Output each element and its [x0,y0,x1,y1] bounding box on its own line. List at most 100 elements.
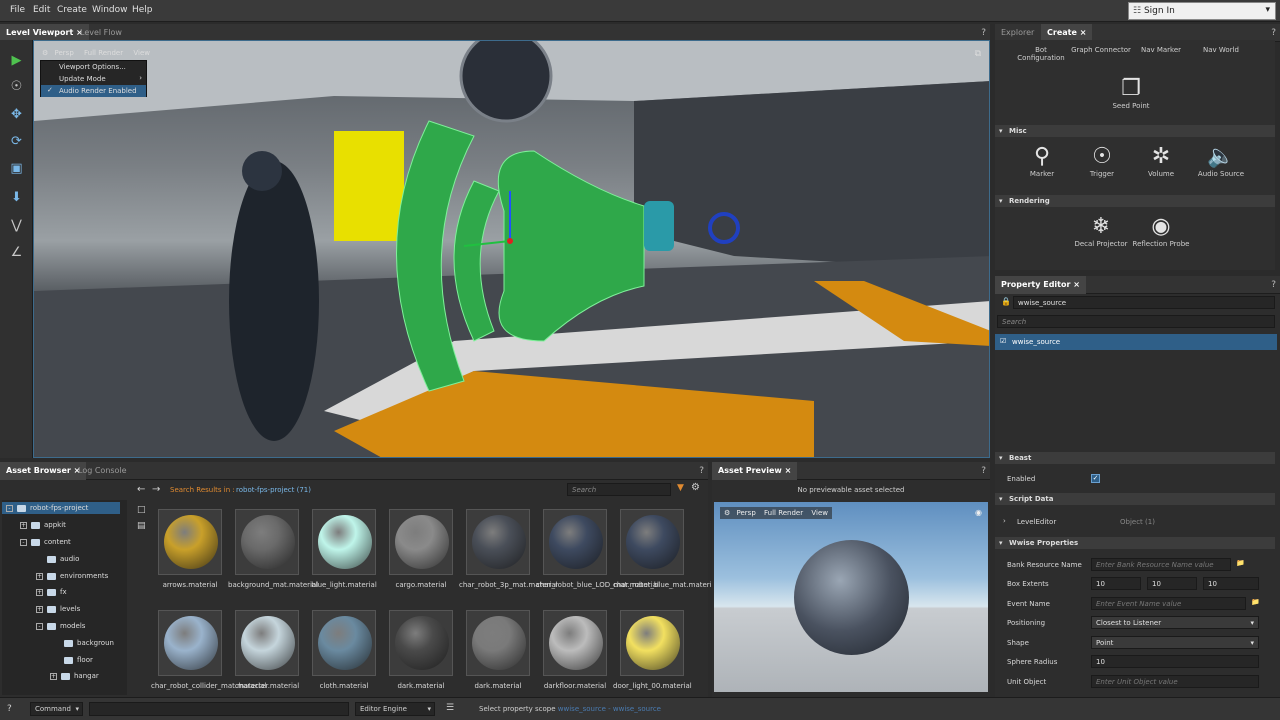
section-misc[interactable]: ▾ Misc [995,125,1275,137]
tree-item-appkit[interactable]: + appkit [20,521,66,529]
help-icon[interactable]: ? [7,704,12,714]
close-icon[interactable]: × [1073,280,1080,289]
asset-thumbnail[interactable] [466,610,530,676]
section-rendering[interactable]: ▾ Rendering [995,195,1275,207]
render-button[interactable]: Full Render [764,509,803,517]
tab-property-editor[interactable]: Property Editor × [995,276,1086,294]
create-volume[interactable]: ✲ Volume [1131,144,1191,178]
asset-thumbnail[interactable] [158,610,222,676]
tree-item-fx[interactable]: + fx [36,588,67,596]
search-scope-link[interactable]: robot-fps-project (71) [236,486,311,494]
command-input[interactable] [89,702,349,716]
help-icon[interactable]: ? [981,466,986,476]
property-search-input[interactable]: Search [997,315,1275,328]
asset-thumbnail[interactable] [312,610,376,676]
event-name-input[interactable]: Enter Event Name value [1091,597,1246,610]
tree-item-models[interactable]: - models [36,622,85,630]
object-name-field[interactable]: wwise_source [1013,296,1275,309]
view-button[interactable]: View [133,49,150,57]
view-button[interactable]: View [811,509,828,517]
engine-select[interactable]: Editor Engine ▾ [355,702,435,716]
enabled-checkbox[interactable]: ✓ [1091,474,1100,483]
folder-view-icon[interactable]: □ [137,505,146,515]
asset-thumbnail[interactable] [620,610,684,676]
command-select[interactable]: Command ▾ [30,702,83,716]
close-icon[interactable]: × [785,466,792,475]
create-decal-projector[interactable]: ❄ Decal Projector [1071,214,1131,248]
close-icon[interactable]: × [1080,28,1087,37]
tab-asset-preview[interactable]: Asset Preview × [712,462,798,480]
gamepad-icon[interactable]: ☉ [8,78,25,95]
menu-item-viewport-options[interactable]: Viewport Options... [41,61,146,73]
maximize-icon[interactable]: ⧉ [975,49,981,59]
menu-window[interactable]: Window [92,5,128,15]
asset-thumbnail[interactable] [235,610,299,676]
angle-icon[interactable]: ∠ [8,244,25,261]
create-seed-point[interactable]: ❐ Seed Point [1101,76,1161,110]
box-extent-z[interactable]: 10 [1203,577,1259,590]
help-icon[interactable]: ? [1271,280,1276,290]
render-button[interactable]: Full Render [84,49,123,57]
snap-icon[interactable]: ⋁ [8,217,25,234]
unit-object-input[interactable]: Enter Unit Object value [1091,675,1259,688]
tree-item-environments[interactable]: + environments [36,572,108,580]
create-marker[interactable]: ⚲ Marker [1012,144,1072,178]
filter-icon[interactable]: ▼ [677,483,684,493]
add-asset-icon[interactable]: ▤ [137,521,146,531]
preview-viewport[interactable]: ⚙ Persp Full Render View ◉ [714,502,988,692]
tree-item-levels[interactable]: + levels [36,605,80,613]
asset-thumbnail[interactable] [466,509,530,575]
menu-create[interactable]: Create [57,5,87,15]
scale-icon[interactable]: ▣ [8,160,25,177]
menu-help[interactable]: Help [132,5,153,15]
bank-resource-input[interactable]: Enter Bank Resource Name value [1091,558,1231,571]
section-wwise-properties[interactable]: ▾ Wwise Properties [995,537,1275,549]
place-icon[interactable]: ⬇ [8,189,25,206]
move-icon[interactable]: ✥ [8,106,25,123]
create-graph-connector[interactable]: Graph Connector [1071,46,1131,54]
create-nav-marker[interactable]: Nav Marker [1131,46,1191,54]
camera-icon[interactable]: ◉ [975,508,982,517]
folder-icon[interactable]: 📁 [1236,559,1245,567]
property-level-editor[interactable]: › LevelEditor Object (1) [995,513,1275,531]
persp-button[interactable]: Persp [55,49,74,57]
asset-thumbnail[interactable] [620,509,684,575]
box-extent-x[interactable]: 10 [1091,577,1141,590]
section-beast[interactable]: ▾ Beast [995,452,1275,464]
play-icon[interactable]: ▶ [8,52,25,69]
asset-thumbnail[interactable] [312,509,376,575]
selected-object-row[interactable]: ☑ wwise_source [995,334,1277,350]
tree-item-root[interactable]: - robot-fps-project [2,502,120,514]
tree-item-content[interactable]: - content [20,538,71,546]
forward-arrow-icon[interactable]: → [152,484,160,495]
back-arrow-icon[interactable]: ← [137,484,145,495]
create-reflection-probe[interactable]: ◉ Reflection Probe [1131,214,1191,248]
help-icon[interactable]: ? [699,466,704,476]
settings-icon[interactable]: ⚙ [691,482,700,493]
tree-item-floor[interactable]: floor [64,656,93,664]
asset-search-input[interactable]: Search [567,483,671,496]
asset-thumbnail[interactable] [543,610,607,676]
rotate-icon[interactable]: ⟳ [8,133,25,150]
tree-item-audio[interactable]: audio [47,555,79,563]
tree-item-hangar[interactable]: + hangar [50,672,99,680]
box-extent-y[interactable]: 10 [1147,577,1197,590]
menu-item-update-mode[interactable]: Update Mode › [41,73,146,85]
section-script-data[interactable]: ▾ Script Data [995,493,1275,505]
positioning-select[interactable]: Closest to Listener ▾ [1091,616,1259,629]
tree-item-background[interactable]: backgroun [64,639,114,647]
settings-icon[interactable]: ⚙ [724,509,730,517]
shape-select[interactable]: Point ▾ [1091,636,1259,649]
asset-thumbnail[interactable] [389,610,453,676]
list-icon[interactable]: ☰ [446,703,454,713]
asset-thumbnail[interactable] [543,509,607,575]
create-trigger[interactable]: ☉ Trigger [1072,144,1132,178]
menu-edit[interactable]: Edit [33,5,50,15]
level-viewport[interactable]: ⚙ Persp Full Render View ⧉ [33,40,990,458]
tab-log-console[interactable]: Log Console [72,462,133,480]
sign-in-button[interactable]: ☷ Sign In ▾ [1128,2,1276,20]
asset-thumbnail[interactable] [158,509,222,575]
lock-icon[interactable]: 🔒 [1001,297,1011,306]
asset-thumbnail[interactable] [389,509,453,575]
settings-icon[interactable]: ⚙ [42,49,48,57]
